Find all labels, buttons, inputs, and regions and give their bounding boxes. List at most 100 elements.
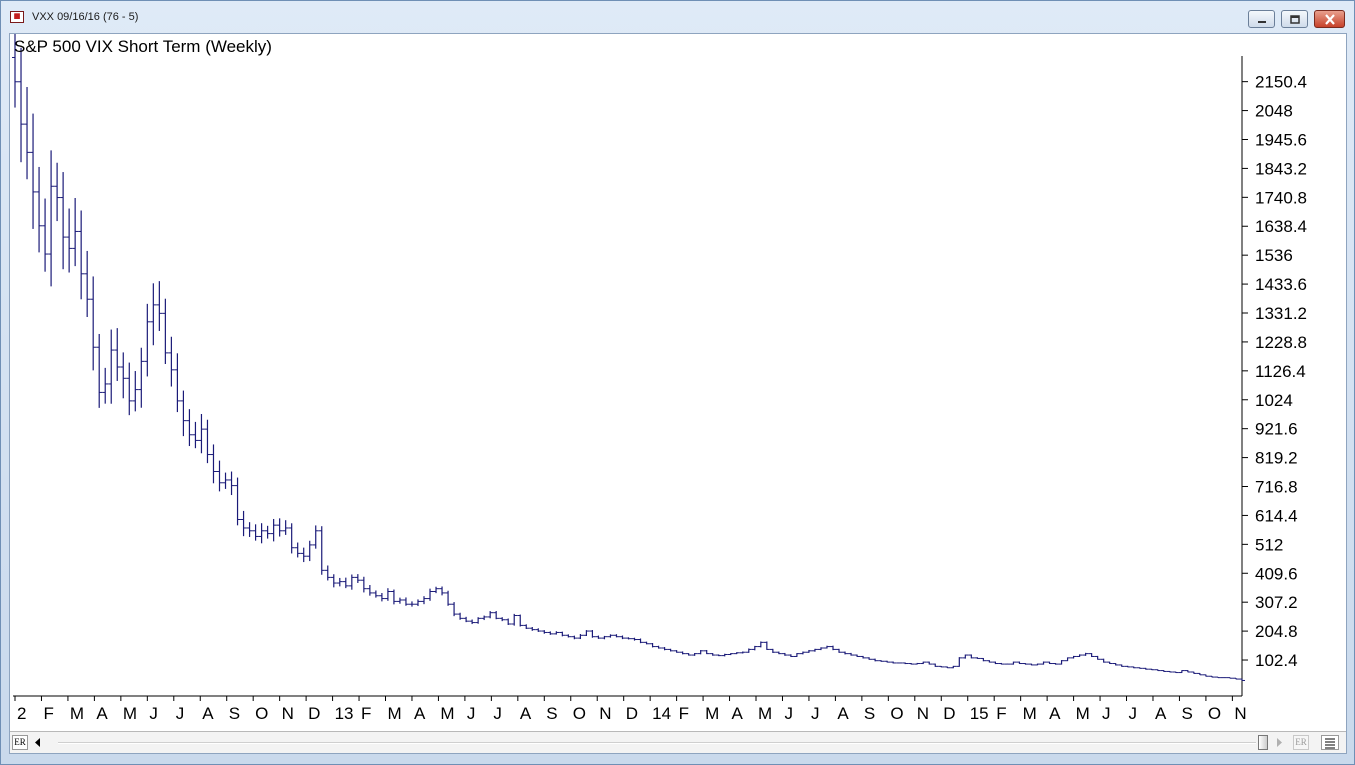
- ohlc-bar: [872, 658, 879, 662]
- chart-title: S&P 500 VIX Short Term (Weekly): [14, 37, 272, 56]
- x-tick-label: J: [467, 704, 476, 723]
- ohlc-bar: [282, 520, 289, 535]
- ohlc-bar: [252, 524, 259, 541]
- y-tick-label: 102.4: [1255, 651, 1298, 670]
- y-tick-label: 716.8: [1255, 478, 1298, 497]
- ohlc-bar: [535, 628, 542, 632]
- y-tick-label: 819.2: [1255, 449, 1298, 468]
- ohlc-bar: [956, 657, 963, 667]
- x-tick-label: S: [229, 704, 240, 723]
- x-tick-label: A: [96, 704, 108, 723]
- scroll-right-button[interactable]: [1272, 735, 1286, 750]
- x-tick-label: D: [943, 704, 955, 723]
- ohlc-bar: [998, 662, 1005, 665]
- ohlc-bar: [878, 660, 885, 662]
- price-chart[interactable]: 102.4 204.8 307.2 409.6 512 614.4 716.8 819.2 92…: [10, 34, 1346, 731]
- ohlc-bar: [908, 663, 915, 665]
- x-tick-label: O: [255, 704, 268, 723]
- x-tick-label: F: [43, 704, 53, 723]
- ohlc-bar: [469, 619, 476, 625]
- scroll-track[interactable]: [58, 742, 1256, 744]
- ohlc-bar: [866, 657, 873, 660]
- ohlc-bar: [607, 634, 614, 638]
- horizontal-scrollbar[interactable]: ER ER: [10, 731, 1346, 753]
- ohlc-bar: [451, 602, 458, 617]
- ohlc-bar: [156, 281, 163, 331]
- ohlc-bar: [667, 648, 674, 652]
- ohlc-bar: [42, 198, 49, 272]
- ohlc-bar: [481, 615, 488, 621]
- x-tick-label: N: [599, 704, 611, 723]
- scroll-left-button[interactable]: [31, 735, 45, 750]
- ohlc-bar: [1148, 668, 1155, 671]
- ohlc-bar: [1124, 665, 1131, 668]
- ohlc-bar: [427, 588, 434, 601]
- x-tick-label: N: [1234, 704, 1246, 723]
- ohlc-bar: [90, 276, 97, 371]
- ohlc-bar: [811, 648, 818, 652]
- earnings-toggle-left[interactable]: ER: [12, 735, 28, 750]
- close-button[interactable]: [1314, 10, 1345, 28]
- ohlc-bar: [433, 586, 440, 594]
- ohlc-bar: [1106, 661, 1113, 665]
- ohlc-bar: [932, 663, 939, 667]
- window-title: VXX 09/16/16 (76 - 5): [32, 11, 139, 23]
- x-tick-label: N: [917, 704, 929, 723]
- x-tick-label: N: [282, 704, 294, 723]
- ohlc-bar: [1130, 666, 1137, 669]
- x-tick-label: A: [1155, 704, 1167, 723]
- ohlc-bar: [697, 650, 704, 655]
- ohlc-bar: [902, 662, 909, 665]
- ohlc-bar: [1052, 663, 1059, 665]
- ohlc-bar: [1022, 663, 1029, 665]
- ohlc-bar: [793, 653, 800, 657]
- ohlc-bar: [511, 613, 518, 626]
- ohlc-bar: [1208, 675, 1215, 678]
- maximize-button[interactable]: [1281, 10, 1308, 28]
- ohlc-bar: [354, 574, 361, 583]
- ohlc-bar: [288, 523, 295, 554]
- x-tick-label: J: [1129, 704, 1138, 723]
- ohlc-bar: [884, 660, 891, 663]
- ohlc-bar: [1184, 670, 1191, 673]
- x-tick-label: S: [546, 704, 557, 723]
- scroll-thumb[interactable]: [1258, 735, 1268, 750]
- ohlc-bar: [637, 638, 644, 644]
- minimize-button[interactable]: [1248, 10, 1275, 28]
- ohlc-bar: [186, 409, 193, 447]
- ohlc-bar: [114, 328, 121, 381]
- ohlc-bar: [336, 577, 343, 587]
- ohlc-bar: [18, 47, 25, 163]
- y-tick-label: 1433.6: [1255, 275, 1307, 294]
- ohlc-bar: [595, 635, 602, 639]
- ohlc-bar: [366, 584, 373, 596]
- ohlc-bar: [1010, 661, 1017, 665]
- x-tick-label: S: [1181, 704, 1192, 723]
- title-bar[interactable]: ▦ VXX 09/16/16 (76 - 5): [1, 1, 1354, 33]
- ohlc-bar: [601, 635, 608, 640]
- y-tick-label: 2150.4: [1255, 73, 1307, 92]
- ohlc-bar: [817, 647, 824, 651]
- x-tick-label: 2: [17, 704, 26, 723]
- ohlc-bar: [54, 162, 61, 222]
- ohlc-bar: [1202, 674, 1209, 677]
- ohlc-bar: [36, 166, 43, 253]
- ohlc-bar: [565, 634, 572, 638]
- ohlc-bar: [968, 654, 975, 659]
- y-tick-label: 512: [1255, 535, 1283, 554]
- ohlc-bar: [372, 590, 379, 598]
- ohlc-bar: [703, 649, 710, 655]
- ohlc-bar: [721, 653, 728, 657]
- x-tick-label: D: [308, 704, 320, 723]
- ohlc-bar: [781, 652, 788, 656]
- ohlc-bar: [1190, 671, 1197, 674]
- ohlc-bar: [619, 635, 626, 640]
- earnings-toggle-right[interactable]: ER: [1293, 735, 1309, 750]
- x-tick-label: M: [388, 704, 402, 723]
- ohlc-bar: [463, 616, 470, 623]
- ohlc-bar: [649, 642, 656, 648]
- ohlc-bar: [655, 645, 662, 649]
- chart-menu-button[interactable]: [1321, 735, 1339, 750]
- ohlc-bar: [439, 586, 446, 596]
- ohlc-bar: [944, 666, 951, 669]
